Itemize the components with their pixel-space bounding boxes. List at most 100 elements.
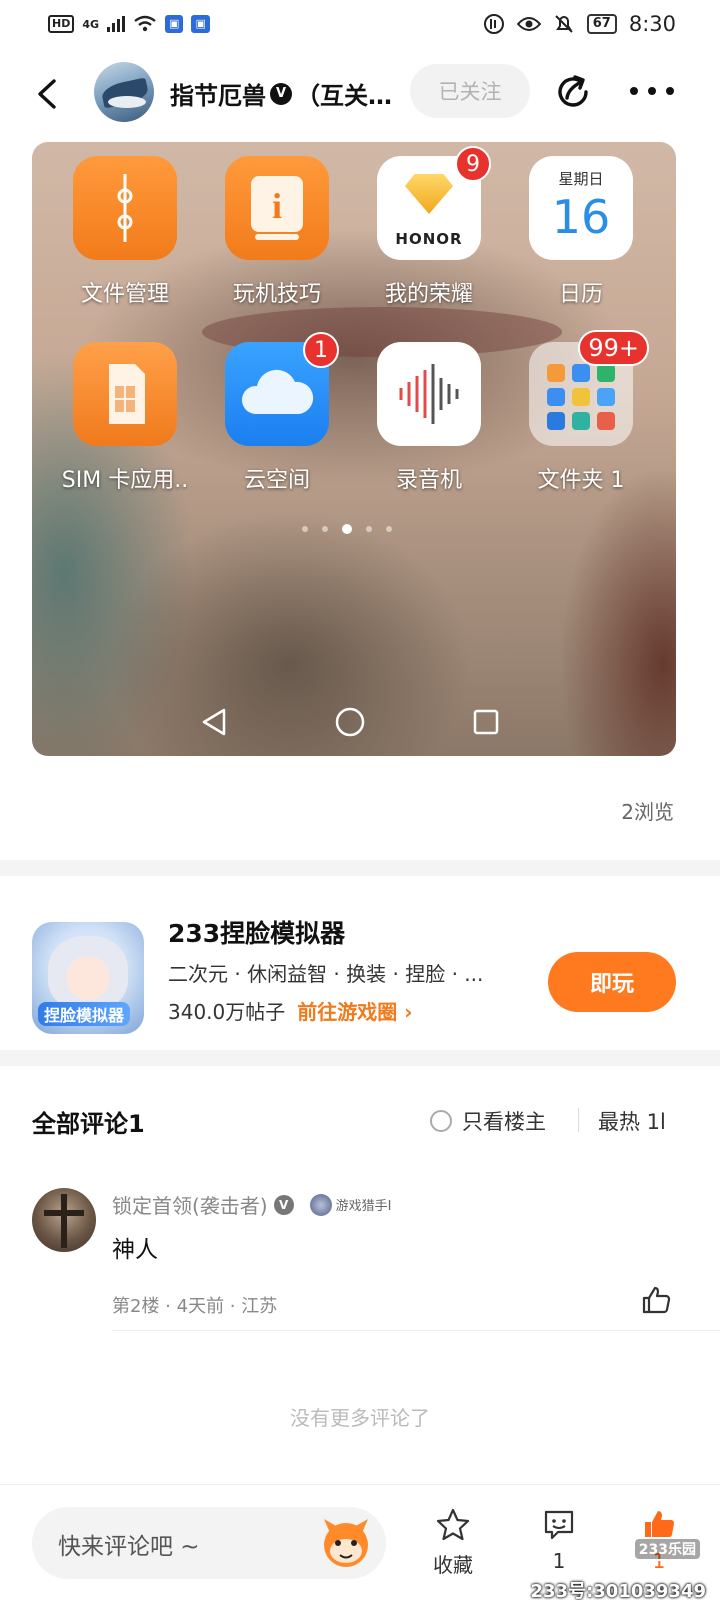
calendar-day: 16 [551, 190, 611, 244]
nav-home-icon [335, 707, 365, 737]
honor-icon: HONOR 9 [377, 146, 491, 260]
app-cloud: 1 云空间 [212, 332, 342, 494]
post-detail-screen: HD 4G ▣ ▣ 67 8:30 指节厄兽 V （互关… 已关注 文件管理 i… [0, 0, 720, 1600]
divider [112, 1330, 720, 1331]
view-count: 2浏览 [621, 800, 674, 824]
game-icon[interactable]: 捏脸模拟器 [32, 922, 144, 1034]
divider [578, 1108, 579, 1132]
no-more-comments: 没有更多评论了 [290, 1406, 430, 1430]
app-label: 日历 [558, 282, 603, 307]
calendar-icon: 星期日 16 [529, 156, 633, 260]
game-name[interactable]: 233捏脸模拟器 [168, 914, 345, 950]
collect-label: 收藏 [433, 1553, 473, 1577]
medal-icon [309, 1193, 332, 1216]
eye-icon [516, 17, 541, 31]
recorder-icon [377, 342, 481, 446]
mute-icon [555, 15, 573, 33]
sim-icon [73, 342, 177, 446]
notification-badge: 99+ [578, 330, 649, 366]
top-nav-bar: 指节厄兽 V （互关… 已关注 [0, 56, 720, 132]
author-name[interactable]: 指节厄兽 V （互关… [170, 76, 392, 111]
play-button[interactable]: 即玩 [548, 952, 676, 1012]
notification-badge: 1 [303, 332, 339, 368]
game-tags: 二次元 · 休闲益智 · 换装 · 捏脸 · ... [168, 962, 484, 986]
hd-indicator: HD [48, 15, 75, 33]
bottom-action-bar: 快来评论吧 ~ 收藏 1 1 233乐园 233号:301039349 [0, 1484, 720, 1600]
mascot-emoji-icon[interactable] [316, 1513, 376, 1573]
medal-badge: 游戏猎手I [309, 1193, 392, 1216]
honor-brand-text: HONOR [395, 230, 463, 248]
commenter-avatar[interactable] [32, 1188, 96, 1252]
collect-button[interactable]: 收藏 [418, 1507, 488, 1578]
app-label: 文件夹 1 [537, 468, 625, 493]
info-icon: i [225, 156, 329, 260]
comments-title: 全部评论1 [32, 1110, 145, 1138]
app-label: 玩机技巧 [232, 282, 321, 307]
app-label: 我的荣耀 [384, 282, 473, 307]
comment-count: 1 [552, 1549, 566, 1573]
medal-label: 游戏猎手I [335, 1199, 392, 1214]
section-divider [0, 1050, 720, 1066]
share-icon[interactable] [553, 72, 593, 112]
nav-recents-icon [473, 709, 499, 735]
back-arrow-icon[interactable] [30, 76, 66, 112]
comment-item: 锁定首领(袭击者) V 游戏猎手I 神人 第2楼 · 4天前 · 江苏 [0, 1180, 720, 1330]
only-op-toggle[interactable]: 只看楼主 [430, 1106, 546, 1136]
app-label: 云空间 [243, 468, 310, 493]
app-tips: i 玩机技巧 [212, 156, 342, 308]
game-circle-link-label: 前往游戏圈 [297, 1000, 398, 1024]
android-nav-bar [200, 704, 500, 740]
app-calendar: 星期日 16 日历 [516, 156, 646, 308]
commenter-name[interactable]: 锁定首领(袭击者) [112, 1190, 268, 1219]
star-icon [436, 1508, 470, 1541]
app-my-honor: HONOR 9 我的荣耀 [364, 146, 494, 308]
comment-input-placeholder: 快来评论吧 ~ [58, 1534, 200, 1560]
commenter-info: 锁定首领(袭击者) V 游戏猎手I [112, 1190, 391, 1219]
app-file-manager: 文件管理 [60, 156, 190, 308]
page-indicator [302, 524, 392, 534]
radio-icon[interactable] [430, 1110, 452, 1132]
verified-icon: V [273, 1194, 294, 1215]
app-label: SIM 卡应用.. [61, 468, 189, 493]
folder-icon: 99+ [529, 330, 649, 446]
sort-dropdown[interactable]: 最热 1l [598, 1106, 676, 1136]
verified-icon: V [270, 82, 292, 105]
game-icon-label: 捏脸模拟器 [38, 1002, 131, 1026]
nav-back-icon [202, 708, 226, 736]
app-label: 文件管理 [80, 282, 169, 307]
follow-button[interactable]: 已关注 [410, 64, 530, 118]
status-left: HD 4G ▣ ▣ [48, 15, 210, 33]
post-image[interactable]: 文件管理 i 玩机技巧 HONOR 9 我的荣耀 星期日 16 日历 SIM 卡… [32, 142, 676, 756]
game-card[interactable]: 捏脸模拟器 233捏脸模拟器 二次元 · 休闲益智 · 换装 · 捏脸 · ..… [0, 892, 720, 1072]
comment-input[interactable]: 快来评论吧 ~ [32, 1507, 386, 1579]
comment-text[interactable]: 神人 [112, 1230, 158, 1264]
author-name-suffix: （互关… [296, 82, 392, 110]
status-right: 67 8:30 [483, 12, 676, 36]
notification-icon: ▣ [191, 15, 210, 33]
app-recorder: 录音机 [364, 342, 494, 494]
network-type: 4G [82, 17, 100, 31]
svg-text:i: i [272, 186, 282, 226]
comment-button[interactable]: 1 [524, 1507, 594, 1573]
game-circle-link[interactable]: 前往游戏圈 › [297, 996, 412, 1025]
comments-header: 全部评论1 只看楼主 最热 1l [0, 1088, 720, 1148]
more-options-icon[interactable] [630, 84, 674, 98]
notification-badge: 9 [455, 146, 491, 182]
notification-icon: ▣ [165, 15, 184, 33]
signal-icon [107, 16, 126, 32]
app-sim: SIM 卡应用.. [60, 342, 190, 494]
cloud-icon: 1 [225, 332, 339, 446]
section-divider [0, 860, 720, 876]
status-bar: HD 4G ▣ ▣ 67 8:30 [0, 0, 720, 48]
calendar-weekday: 星期日 [558, 170, 604, 188]
app-label: 录音机 [395, 468, 462, 493]
thumbs-up-icon[interactable] [640, 1284, 672, 1316]
author-avatar[interactable] [94, 62, 154, 122]
watermark-logo: 233乐园 [632, 1537, 702, 1561]
comment-bubble-icon [544, 1510, 574, 1540]
author-name-text: 指节厄兽 [170, 82, 266, 110]
game-post-count: 340.0万帖子 [168, 1000, 286, 1024]
app-folder: 99+ 文件夹 1 [516, 330, 649, 494]
wifi-icon [134, 15, 156, 32]
folder-envelope-icon [73, 156, 177, 260]
